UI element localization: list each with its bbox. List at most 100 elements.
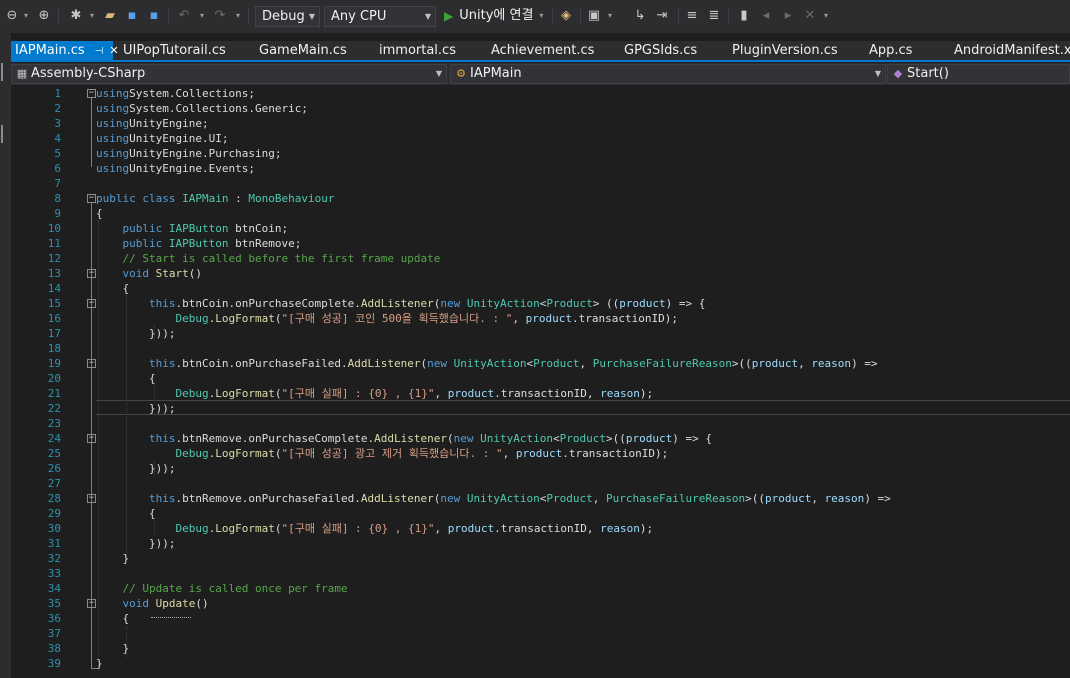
code-line[interactable]: 3 usingUnityEngine; (11, 116, 1070, 131)
forward-icon[interactable]: ⊕ (36, 6, 52, 26)
code-token: Debug (175, 387, 209, 400)
bookmark-icon[interactable]: ▮ (736, 6, 752, 26)
tab-immortal[interactable]: immortal.cs (375, 41, 460, 60)
code-line[interactable]: 29 { (11, 506, 1070, 521)
tab-gamemain[interactable]: GameMain.cs (255, 41, 351, 60)
code-line[interactable]: 27 (11, 476, 1070, 491)
code-line[interactable]: 30 Debug.LogFormat("[구매 실패] : {0} , {1}"… (11, 521, 1070, 536)
code-line[interactable]: 24 − this.btnRemove.onPurchaseComplete.Ad… (11, 431, 1070, 446)
code-line[interactable]: 19 − this.btnCoin.onPurchaseFailed.AddLis… (11, 356, 1070, 371)
code-token: , (798, 357, 812, 370)
uncomment-icon[interactable]: ≣ (706, 6, 722, 26)
code-line[interactable]: 25 Debug.LogFormat("[구매 성공] 광고 제거 획득했습니다… (11, 446, 1070, 461)
code-line[interactable]: 4 usingUnityEngine.UI; (11, 131, 1070, 146)
tab-pluginversion[interactable]: PluginVersion.cs (728, 41, 842, 60)
step-over-icon[interactable]: ⇥ (654, 6, 670, 26)
code-token: AddListener (360, 297, 434, 310)
code-token: this (148, 297, 176, 310)
save-all-icon[interactable]: ▪ (146, 6, 162, 26)
solution-explorer-icon[interactable]: ▣ (586, 6, 602, 26)
project-select[interactable]: ▦ Assembly-CSharp ▼ (11, 64, 447, 84)
code-line[interactable]: 31 })); (11, 536, 1070, 551)
undo-icon[interactable]: ↶ (176, 6, 192, 26)
toolbox-icon[interactable] (1, 125, 10, 143)
new-project-icon[interactable]: ✱ (68, 6, 84, 26)
code-line[interactable]: 9{ (11, 206, 1070, 221)
code-line[interactable]: 21 Debug.LogFormat("[구매 실패] : {0} , {1}"… (11, 386, 1070, 401)
code-line[interactable]: 23 (11, 416, 1070, 431)
code-line[interactable]: 1 − usingSystem.Collections; (11, 86, 1070, 101)
prev-bookmark-icon[interactable]: ◂ (758, 6, 774, 26)
solution-explorer-dropdown[interactable]: ▾ (604, 6, 614, 26)
next-bookmark-icon[interactable]: ▸ (780, 6, 796, 26)
code-text: })); (96, 326, 176, 341)
code-line[interactable]: 12 // Start is called before the first f… (11, 251, 1070, 266)
toolbar-overflow[interactable]: ▾ (820, 6, 830, 26)
code-line[interactable]: 34 // Update is called once per frame (11, 581, 1070, 596)
save-icon[interactable]: ▪ (124, 6, 140, 26)
member-select[interactable]: ◆ Start() (887, 64, 1070, 84)
code-line[interactable]: 11 public IAPButton btnRemove; (11, 236, 1070, 251)
code-line[interactable]: 18 (11, 341, 1070, 356)
tab-uipoptutorail[interactable]: UIPopTutorail.cs (119, 41, 230, 60)
code-line[interactable]: 17 })); (11, 326, 1070, 341)
server-explorer-icon[interactable] (1, 63, 10, 81)
run-button[interactable]: ▶ Unity에 연결 ▾ (444, 6, 552, 26)
undo-dropdown[interactable]: ▾ (196, 6, 206, 26)
code-line[interactable]: 6 usingUnityEngine.Events; (11, 161, 1070, 176)
code-line[interactable]: 32 } (11, 551, 1070, 566)
code-line[interactable]: 37 (11, 626, 1070, 641)
collapse-icon[interactable]: − (87, 194, 96, 203)
comment-icon[interactable]: ≡ (684, 6, 700, 26)
code-line[interactable]: 26 })); (11, 461, 1070, 476)
code-line[interactable]: 5 usingUnityEngine.Purchasing; (11, 146, 1070, 161)
attach-icon[interactable]: ◈ (558, 6, 574, 26)
clear-bookmarks-icon[interactable]: ✕ (802, 6, 818, 26)
close-icon[interactable]: ✕ (109, 44, 118, 57)
back-icon[interactable]: ⊖ (4, 6, 20, 26)
code-line[interactable]: 38 } (11, 641, 1070, 656)
collapse-icon[interactable]: − (87, 359, 96, 368)
code-line[interactable]: 14 { (11, 281, 1070, 296)
tab-iapmain[interactable]: IAPMain.cs ⊣ ✕ (11, 41, 119, 60)
class-select[interactable]: ⚙ IAPMain ▼ (450, 64, 886, 84)
code-line[interactable]: 8 − public class IAPMain : MonoBehaviour (11, 191, 1070, 206)
code-line[interactable]: 36 { (11, 611, 1070, 626)
tab-androidmanifest[interactable]: AndroidManifest.xml (950, 41, 1070, 60)
code-line[interactable]: 2 usingSystem.Collections.Generic; (11, 101, 1070, 116)
new-project-dropdown[interactable]: ▾ (86, 6, 96, 26)
code-line[interactable]: 35 − void Update() (11, 596, 1070, 611)
code-line[interactable]: 22 })); (11, 401, 1070, 416)
platform-select[interactable]: Any CPU ▼ (324, 6, 436, 27)
code-token: , (512, 312, 526, 325)
tab-app[interactable]: App.cs (865, 41, 916, 60)
code-line[interactable]: 16 Debug.LogFormat("[구매 성공] 코인 500을 획득했습… (11, 311, 1070, 326)
code-line[interactable]: 39} (11, 656, 1070, 671)
pin-icon[interactable]: ⊣ (95, 46, 104, 57)
code-token: product (751, 357, 799, 370)
collapse-icon[interactable]: − (87, 269, 96, 278)
code-line[interactable]: 7 (11, 176, 1070, 191)
tab-achievement[interactable]: Achievement.cs (487, 41, 598, 60)
collapse-icon[interactable]: − (87, 599, 96, 608)
step-into-icon[interactable]: ↳ (632, 6, 648, 26)
code-line[interactable]: 20 { (11, 371, 1070, 386)
code-line[interactable]: 13 − void Start() (11, 266, 1070, 281)
code-line[interactable]: 10 public IAPButton btnCoin; (11, 221, 1070, 236)
collapse-icon[interactable]: − (87, 299, 96, 308)
tab-gpgsids[interactable]: GPGSIds.cs (620, 41, 701, 60)
collapse-icon[interactable]: − (87, 494, 96, 503)
redo-dropdown[interactable]: ▾ (232, 6, 242, 26)
code-line[interactable]: 15 − this.btnCoin.onPurchaseComplete.AddL… (11, 296, 1070, 311)
open-folder-icon[interactable]: ▰ (102, 6, 118, 26)
line-number: 32 (47, 552, 61, 565)
collapse-icon[interactable]: − (87, 89, 96, 98)
back-dropdown[interactable]: ▾ (20, 6, 30, 26)
code-editor[interactable]: 1− usingSystem.Collections; 2 usingSystem.C… (11, 85, 1070, 678)
code-line[interactable]: 33 (11, 566, 1070, 581)
config-select[interactable]: Debug ▼ (255, 6, 320, 27)
redo-icon[interactable]: ↷ (212, 6, 228, 26)
code-line[interactable]: 28 − this.btnRemove.onPurchaseFailed.AddL… (11, 491, 1070, 506)
collapse-icon[interactable]: − (87, 434, 96, 443)
